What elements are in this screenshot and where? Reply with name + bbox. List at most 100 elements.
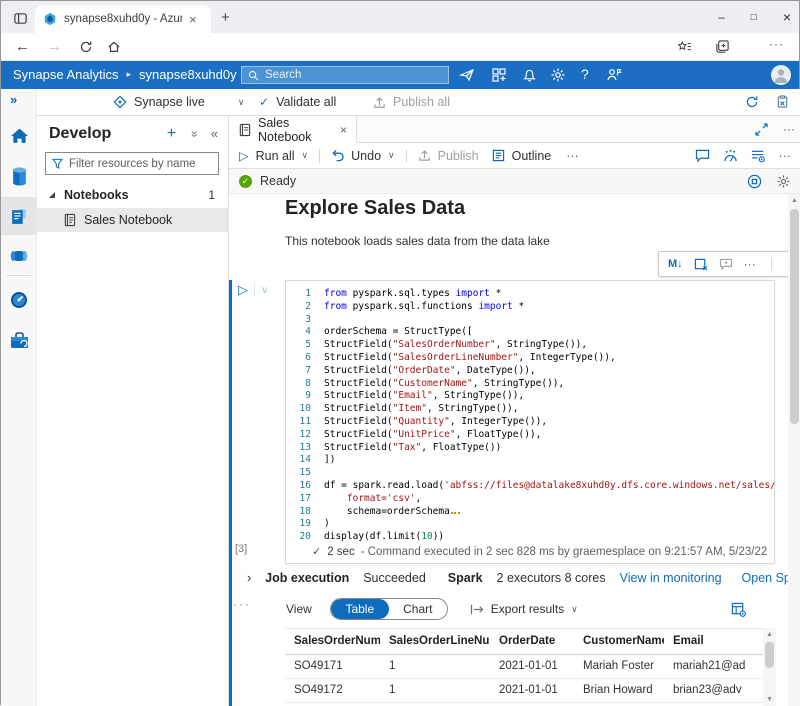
refresh-button[interactable]	[79, 40, 93, 54]
add-resource-button[interactable]: +	[167, 127, 176, 141]
settings-gear-icon[interactable]	[550, 67, 566, 83]
outline-label[interactable]: Outline	[512, 149, 552, 163]
publish-all-button[interactable]: Publish all	[373, 89, 450, 115]
sidebar-item-home[interactable]	[1, 117, 37, 155]
view-in-monitoring-link[interactable]: View in monitoring	[620, 571, 722, 585]
code-line[interactable]: 13StructField("Tax", FloatType())	[286, 442, 774, 455]
expand-rail-icon[interactable]: »	[10, 92, 17, 107]
code-line[interactable]: 17 format='csv',	[286, 493, 774, 506]
export-results-button[interactable]: Export results ∨	[470, 602, 578, 616]
collapse-cell-icon[interactable]: ∨	[261, 285, 268, 296]
feedback-send-icon[interactable]	[459, 67, 475, 83]
job-expander-icon[interactable]: ›	[247, 571, 251, 585]
content-scroll-thumb[interactable]	[790, 209, 799, 424]
output-collapse-icon[interactable]: ···	[233, 597, 251, 611]
favorites-icon[interactable]	[677, 40, 692, 54]
code-line[interactable]: 6StructField("SalesOrderLineNumber", Int…	[286, 352, 774, 365]
undo-label[interactable]: Undo	[351, 149, 381, 163]
stop-session-icon[interactable]	[747, 174, 762, 189]
table-scroll-up-icon[interactable]: ▲	[763, 628, 776, 641]
help-icon[interactable]: ?	[581, 66, 597, 82]
run-all-play-icon[interactable]: ▷	[239, 148, 249, 163]
run-all-chevron-icon[interactable]: ∨	[302, 150, 309, 161]
code-line[interactable]: 9StructField("Email", StringType()),	[286, 390, 774, 403]
new-tab-button[interactable]: +	[221, 9, 230, 26]
code-line[interactable]: 18 schema=orderSchema	[286, 506, 774, 519]
code-line[interactable]: 3	[286, 314, 774, 327]
forward-button[interactable]: →	[47, 38, 62, 55]
code-line[interactable]: 15	[286, 467, 774, 480]
toolbar-more-icon[interactable]: ···	[566, 149, 579, 163]
home-button[interactable]	[107, 40, 121, 54]
browser-tab[interactable]: synapse8xuhd0y - Azure Synaps ×	[35, 5, 211, 33]
sidebar-item-data[interactable]	[1, 157, 37, 195]
back-button[interactable]: ←	[15, 38, 30, 55]
code-line[interactable]: 10StructField("Item", StringType()),	[286, 403, 774, 416]
table-row[interactable]: SO4917112021-01-01Mariah Fostermariah21@…	[285, 654, 763, 678]
table-scroll-thumb[interactable]	[765, 642, 774, 668]
window-close-button[interactable]: ×	[783, 9, 791, 25]
filter-resources-box[interactable]	[45, 152, 219, 175]
notifications-bell-icon[interactable]	[522, 67, 538, 83]
window-maximize-button[interactable]: □	[751, 12, 757, 23]
notebook-tab[interactable]: Sales Notebook ×	[229, 116, 357, 143]
chart-toggle-button[interactable]: Chart	[389, 599, 447, 619]
cell-more-icon[interactable]: ···	[744, 257, 756, 271]
branch-selector[interactable]: Synapse live ∨	[113, 89, 244, 115]
notebook-tab-close-icon[interactable]: ×	[340, 123, 347, 137]
collections-icon[interactable]	[715, 39, 730, 54]
content-scroll-up-icon[interactable]: ▲	[788, 194, 800, 207]
global-search[interactable]	[241, 66, 449, 84]
search-input[interactable]	[265, 69, 442, 81]
whats-new-icon[interactable]	[491, 67, 507, 83]
content-scrollbar[interactable]: ▲	[788, 194, 800, 706]
expand-editor-icon[interactable]	[755, 123, 768, 136]
sidebar-item-integrate[interactable]	[1, 237, 37, 275]
code-line[interactable]: 19)	[286, 518, 774, 531]
code-line[interactable]: 1from pyspark.sql.types import *	[286, 288, 774, 301]
chevron-down-icon[interactable]: ∨	[238, 97, 245, 108]
configure-session-icon[interactable]	[751, 149, 766, 163]
discard-changes-icon[interactable]	[776, 95, 789, 109]
code-line[interactable]: 8StructField("CustomerName", StringType(…	[286, 378, 774, 391]
code-line[interactable]: 20display(df.limit(10))	[286, 531, 774, 544]
publish-label[interactable]: Publish	[438, 149, 479, 163]
validate-all-button[interactable]: ✓ Validate all	[259, 89, 336, 115]
clear-cell-icon[interactable]	[694, 258, 708, 271]
undo-icon[interactable]	[331, 149, 344, 162]
code-cell[interactable]: 1from pyspark.sql.types import *2from py…	[285, 280, 775, 564]
filter-resources-input[interactable]	[69, 158, 212, 170]
user-avatar[interactable]	[771, 65, 791, 85]
tree-expanded-icon[interactable]	[49, 192, 55, 198]
sidebar-item-monitor[interactable]	[1, 281, 37, 319]
code-line[interactable]: 5StructField("SalesOrderNumber", StringT…	[286, 339, 774, 352]
outline-icon[interactable]	[492, 149, 505, 162]
run-all-label[interactable]: Run all	[256, 149, 295, 163]
actions-chevron-icon[interactable]: «	[186, 130, 200, 137]
sidebar-item-manage[interactable]	[1, 321, 37, 359]
code-line[interactable]: 2from pyspark.sql.functions import *	[286, 301, 774, 314]
code-line[interactable]: 4orderSchema = StructType([	[286, 326, 774, 339]
code-line[interactable]: 11StructField("Quantity", IntegerType())…	[286, 416, 774, 429]
session-settings-gear-icon[interactable]	[776, 174, 791, 189]
table-scroll-down-icon[interactable]: ▼	[763, 693, 776, 706]
breadcrumb-workspace[interactable]: synapse8xuhd0y	[139, 67, 237, 82]
tab-close-icon[interactable]: ×	[189, 12, 197, 27]
tab-actions-button[interactable]	[9, 7, 31, 29]
code-line[interactable]: 7StructField("OrderDate", DateType()),	[286, 365, 774, 378]
undo-chevron-icon[interactable]: ∨	[388, 150, 395, 161]
feedback-person-icon[interactable]	[606, 67, 622, 83]
refresh-workspace-icon[interactable]	[745, 95, 759, 109]
window-minimize-button[interactable]: –	[718, 10, 725, 24]
toolbar-overflow-icon[interactable]: ···	[779, 149, 792, 163]
session-metrics-icon[interactable]	[723, 149, 738, 163]
breadcrumb-product[interactable]: Synapse Analytics	[13, 67, 119, 82]
table-scrollbar[interactable]: ▲ ▼	[763, 628, 776, 706]
sidebar-item-develop[interactable]	[1, 197, 37, 235]
collapse-panel-icon[interactable]: «	[211, 126, 218, 141]
browser-menu-icon[interactable]: ···	[769, 37, 784, 51]
code-line[interactable]: 16df = spark.read.load('abfss://files@da…	[286, 480, 774, 493]
table-toggle-button[interactable]: Table	[331, 599, 389, 619]
add-comment-icon[interactable]	[719, 258, 733, 270]
search-table-icon[interactable]	[731, 602, 746, 617]
